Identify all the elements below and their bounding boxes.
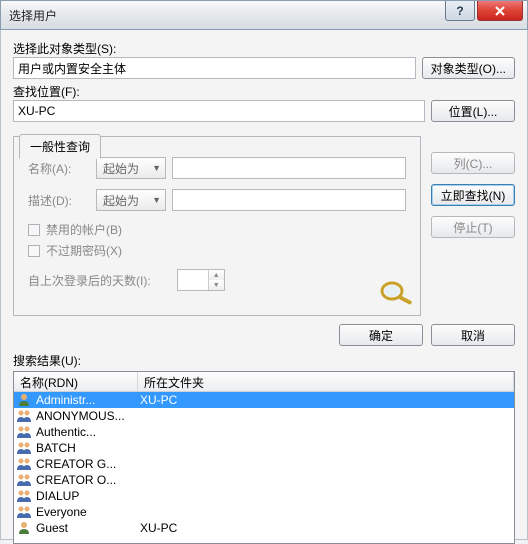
user-icon [16, 409, 32, 423]
column-header-name[interactable]: 名称(RDN) [14, 372, 138, 391]
name-input[interactable] [172, 157, 406, 179]
magnifier-icon [376, 277, 416, 307]
name-op-select[interactable]: 起始为▼ [96, 157, 166, 179]
desc-label: 描述(D): [28, 192, 90, 209]
table-row[interactable]: DIALUP [14, 488, 514, 504]
days-since-logon-label: 自上次登录后的天数(I): [28, 272, 151, 289]
object-types-button[interactable]: 对象类型(O)... [422, 57, 515, 79]
user-icon [16, 473, 32, 487]
results-body[interactable]: Administr...XU-PCANONYMOUS...Authentic..… [14, 392, 514, 544]
row-name: DIALUP [34, 489, 136, 503]
object-type-label: 选择此对象类型(S): [13, 40, 515, 57]
location-label: 查找位置(F): [13, 83, 515, 100]
row-name: Everyone [34, 505, 136, 519]
nonexpiring-pwd-checkbox[interactable]: 不过期密码(X) [28, 242, 406, 259]
row-name: CREATOR O... [34, 473, 136, 487]
user-icon [16, 393, 32, 407]
user-icon [16, 425, 32, 439]
cancel-button[interactable]: 取消 [431, 324, 515, 346]
user-icon [16, 457, 32, 471]
checkbox-icon [28, 224, 40, 236]
spinner-up-icon[interactable]: ▲ [209, 270, 224, 280]
help-button[interactable]: ? [445, 1, 475, 21]
window-title: 选择用户 [9, 7, 57, 24]
tab-common-queries[interactable]: 一般性查询 [19, 134, 101, 159]
stop-button[interactable]: 停止(T) [431, 216, 515, 238]
tab-panel: 名称(A): 起始为▼ 描述(D): 起始为▼ 禁用的帐户(B) 不过期密码(X… [13, 136, 421, 316]
user-icon [16, 521, 32, 535]
table-row[interactable]: Everyone [14, 504, 514, 520]
spinner-down-icon[interactable]: ▼ [209, 280, 224, 290]
row-name: BATCH [34, 441, 136, 455]
column-header-folder[interactable]: 所在文件夹 [138, 372, 514, 391]
chevron-down-icon: ▼ [152, 195, 161, 205]
close-button[interactable] [477, 1, 523, 21]
row-name: Guest [34, 521, 136, 535]
user-icon [16, 505, 32, 519]
table-row[interactable]: CREATOR G... [14, 456, 514, 472]
desc-op-select[interactable]: 起始为▼ [96, 189, 166, 211]
location-field: XU-PC [13, 100, 425, 122]
results-label: 搜索结果(U): [13, 352, 515, 369]
user-icon [16, 489, 32, 503]
desc-input[interactable] [172, 189, 406, 211]
row-name: ANONYMOUS... [34, 409, 136, 423]
title-bar: 选择用户 ? [0, 0, 528, 30]
name-label: 名称(A): [28, 160, 90, 177]
locations-button[interactable]: 位置(L)... [431, 100, 515, 122]
row-name: Administr... [34, 393, 136, 407]
checkbox-icon [28, 245, 40, 257]
table-row[interactable]: CREATOR O... [14, 472, 514, 488]
ok-button[interactable]: 确定 [339, 324, 423, 346]
user-icon [16, 441, 32, 455]
row-folder: XU-PC [136, 393, 177, 407]
table-row[interactable]: Administr...XU-PC [14, 392, 514, 408]
row-name: CREATOR G... [34, 457, 136, 471]
results-grid: 名称(RDN) 所在文件夹 Administr...XU-PCANONYMOUS… [13, 371, 515, 544]
table-row[interactable]: GuestXU-PC [14, 520, 514, 536]
table-row[interactable]: Authentic... [14, 424, 514, 440]
row-name: Authentic... [34, 425, 136, 439]
table-row[interactable]: BATCH [14, 440, 514, 456]
disabled-accounts-checkbox[interactable]: 禁用的帐户(B) [28, 221, 406, 238]
row-folder: XU-PC [136, 521, 177, 535]
find-now-button[interactable]: 立即查找(N) [431, 184, 515, 206]
columns-button[interactable]: 列(C)... [431, 152, 515, 174]
table-row[interactable]: ANONYMOUS... [14, 408, 514, 424]
chevron-down-icon: ▼ [152, 163, 161, 173]
close-icon [494, 6, 506, 16]
days-spinner[interactable]: ▲▼ [177, 269, 225, 291]
object-type-field: 用户或内置安全主体 [13, 57, 416, 79]
